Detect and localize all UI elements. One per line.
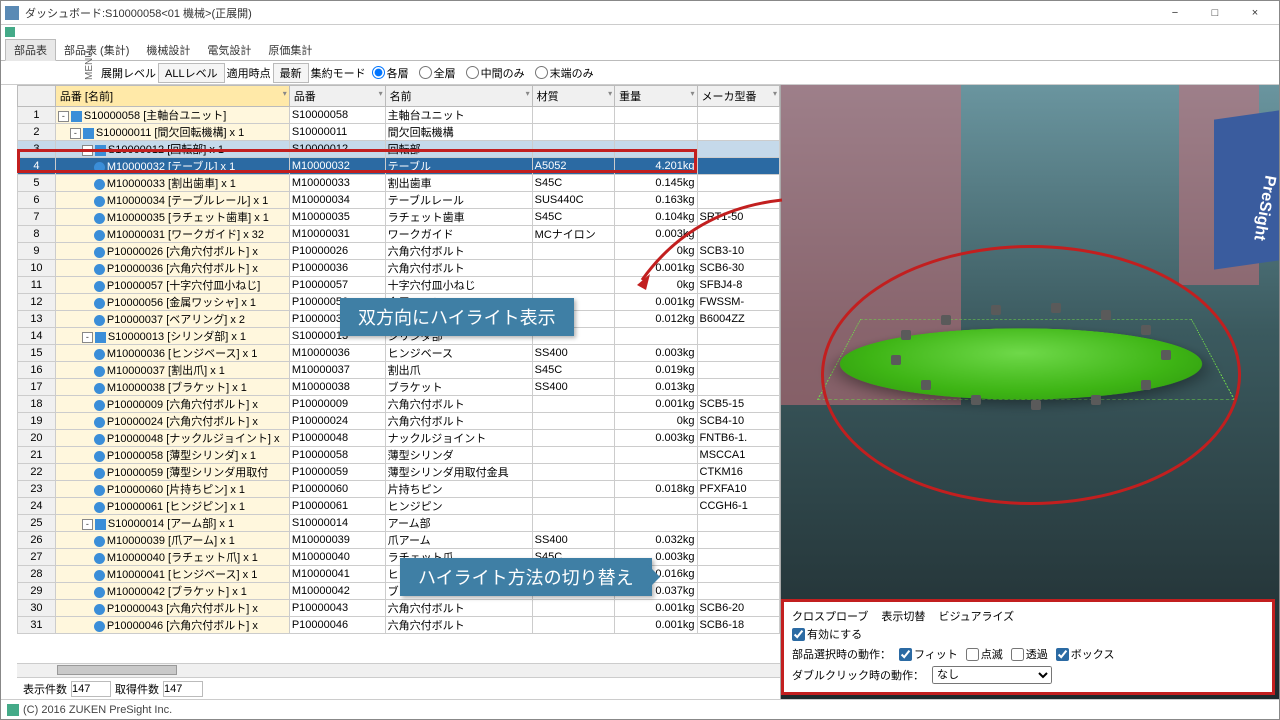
table-row[interactable]: 8M10000031 [ワークガイド] x 32M10000031ワークガイドM…: [18, 226, 780, 243]
table-row[interactable]: 5M10000033 [割出歯車] x 1M10000033割出歯車S45C0.…: [18, 175, 780, 192]
expand-label: 展開レベル: [101, 65, 156, 81]
col-rownum[interactable]: [18, 86, 56, 107]
right-panel: PreSight クロスプローブ 表示切替 ビジュアライズ 有効にする 部品選択…: [781, 85, 1279, 699]
window-title: ダッシュボード:S10000058<01 機械>(正展開): [25, 5, 1155, 21]
table-row[interactable]: 30P10000043 [六角穴付ボルト] xP10000043六角穴付ボルト0…: [18, 600, 780, 617]
radio-all[interactable]: 全層: [415, 65, 460, 81]
trans-checkbox[interactable]: 透過: [1011, 646, 1048, 662]
callout-bidirectional: 双方向にハイライト表示: [340, 298, 574, 336]
table-row[interactable]: 3-S10000012 [回転部] x 1S10000012回転部: [18, 141, 780, 158]
table-row[interactable]: 1-S10000058 [主軸台ユニット]S10000058主軸台ユニット: [18, 107, 780, 124]
minimize-button[interactable]: −: [1155, 2, 1195, 24]
table-row[interactable]: 18P10000009 [六角穴付ボルト] xP10000009六角穴付ボルト0…: [18, 396, 780, 413]
mode-label: 集約モード: [311, 65, 366, 81]
col-partno[interactable]: 品番▾: [289, 86, 385, 107]
sel-action-label: 部品選択時の動作：: [792, 646, 891, 662]
close-button[interactable]: ×: [1235, 2, 1275, 24]
disp-label: 表示件数: [23, 681, 67, 697]
table-row[interactable]: 25-S10000014 [アーム部] x 1S10000014アーム部: [18, 515, 780, 532]
table-row[interactable]: 26M10000039 [爪アーム] x 1M10000039爪アームSS400…: [18, 532, 780, 549]
radio-mid[interactable]: 中間のみ: [462, 65, 529, 81]
app-window: ダッシュボード:S10000058<01 機械>(正展開) − □ × 部品表 …: [0, 0, 1280, 720]
table-row[interactable]: 27M10000040 [ラチェット爪] x 1M10000040ラチェット爪S…: [18, 549, 780, 566]
left-panel: 品番 [名前]▾ 品番▾ 名前▾ 材質▾ 重量▾ メーカ型番▾ 1-S10000…: [1, 85, 781, 699]
table-row[interactable]: 15M10000036 [ヒンジベース] x 1M10000036ヒンジベースS…: [18, 345, 780, 362]
radio-each[interactable]: 各層: [368, 65, 413, 81]
col-maker[interactable]: メーカ型番▾: [697, 86, 779, 107]
app-icon: [5, 6, 19, 20]
fit-checkbox[interactable]: フィット: [899, 646, 958, 662]
footer: (C) 2016 ZUKEN PreSight Inc.: [1, 699, 1279, 719]
content: 品番 [名前]▾ 品番▾ 名前▾ 材質▾ 重量▾ メーカ型番▾ 1-S10000…: [1, 85, 1279, 699]
col-weight[interactable]: 重量▾: [615, 86, 697, 107]
table-row[interactable]: 10P10000036 [六角穴付ボルト] xP10000036六角穴付ボルト0…: [18, 260, 780, 277]
dbl-action-label: ダブルクリック時の動作：: [792, 667, 924, 683]
copyright: (C) 2016 ZUKEN PreSight Inc.: [23, 704, 172, 716]
table-row[interactable]: 7M10000035 [ラチェット歯車] x 1M10000035ラチェット歯車…: [18, 209, 780, 226]
table-row[interactable]: 4M10000032 [テーブル] x 1M10000032テーブルA50524…: [18, 158, 780, 175]
table-row[interactable]: 2-S10000011 [間欠回転機構] x 1S10000011間欠回転機構: [18, 124, 780, 141]
status-bar: 表示件数 取得件数: [17, 677, 780, 699]
h-scrollbar[interactable]: [17, 663, 780, 677]
tab-cost[interactable]: 原価集計: [260, 40, 321, 60]
radio-leaf[interactable]: 末端のみ: [531, 65, 598, 81]
dbl-action-select[interactable]: なし: [932, 666, 1052, 684]
tab-elec[interactable]: 電気設計: [199, 40, 260, 60]
table-row[interactable]: 20P10000048 [ナックルジョイント] xP10000048ナックルジョ…: [18, 430, 780, 447]
tab-bom[interactable]: 部品表: [5, 39, 56, 61]
col-tree[interactable]: 品番 [名前]▾: [55, 86, 289, 107]
maximize-button[interactable]: □: [1195, 2, 1235, 24]
table-row[interactable]: 31P10000046 [六角穴付ボルト] xP10000046六角穴付ボルト0…: [18, 617, 780, 634]
box-checkbox[interactable]: ボックス: [1056, 646, 1115, 662]
ribbon-icons: [1, 25, 1279, 39]
tab-mech[interactable]: 機械設計: [138, 40, 199, 60]
table-row[interactable]: 21P10000058 [薄型シリンダ] x 1P10000058薄型シリンダM…: [18, 447, 780, 464]
all-level-button[interactable]: ALLレベル: [158, 63, 225, 83]
cp-title: クロスプローブ 表示切替 ビジュアライズ: [792, 608, 1264, 624]
footer-icon: [7, 704, 19, 716]
table-row[interactable]: 24P10000061 [ヒンジピン] x 1P10000061ヒンジピンCCG…: [18, 498, 780, 515]
disp-count[interactable]: [71, 681, 111, 697]
blink-checkbox[interactable]: 点滅: [966, 646, 1003, 662]
filter-bar: 展開レベル ALLレベル 適用時点 最新 集約モード 各層 全層 中間のみ 末端…: [1, 61, 1279, 85]
col-material[interactable]: 材質▾: [532, 86, 614, 107]
get-label: 取得件数: [115, 681, 159, 697]
table-row[interactable]: 17M10000038 [ブラケット] x 1M10000038ブラケットSS4…: [18, 379, 780, 396]
get-count[interactable]: [163, 681, 203, 697]
tab-strip: 部品表 部品表 (集計) 機械設計 電気設計 原価集計: [1, 39, 1279, 61]
menu-side-label[interactable]: MENU: [84, 51, 95, 80]
crossprobe-panel: クロスプローブ 表示切替 ビジュアライズ 有効にする 部品選択時の動作： フィッ…: [781, 599, 1275, 695]
table-row[interactable]: 22P10000059 [薄型シリンダ用取付P10000059薄型シリンダ用取付…: [18, 464, 780, 481]
title-bar: ダッシュボード:S10000058<01 機械>(正展開) − □ ×: [1, 1, 1279, 25]
latest-button[interactable]: 最新: [273, 63, 309, 83]
table-row[interactable]: 16M10000037 [割出爪] x 1M10000037割出爪S45C0.0…: [18, 362, 780, 379]
apply-label: 適用時点: [227, 65, 271, 81]
table-row[interactable]: 23P10000060 [片持ちピン] x 1P10000060片持ちピン0.0…: [18, 481, 780, 498]
col-name[interactable]: 名前▾: [385, 86, 532, 107]
table-row[interactable]: 19P10000024 [六角穴付ボルト] xP10000024六角穴付ボルト0…: [18, 413, 780, 430]
table-row[interactable]: 11P10000057 [十字穴付皿小ねじ]P10000057十字穴付皿小ねじ0…: [18, 277, 780, 294]
enable-checkbox[interactable]: 有効にする: [792, 626, 862, 642]
callout-switch: ハイライト方法の切り替え: [400, 558, 652, 596]
tab-bom-summary[interactable]: 部品表 (集計): [56, 40, 138, 60]
table-row[interactable]: 6M10000034 [テーブルレール] x 1M10000034テーブルレール…: [18, 192, 780, 209]
table-row[interactable]: 9P10000026 [六角穴付ボルト] xP10000026六角穴付ボルト0k…: [18, 243, 780, 260]
